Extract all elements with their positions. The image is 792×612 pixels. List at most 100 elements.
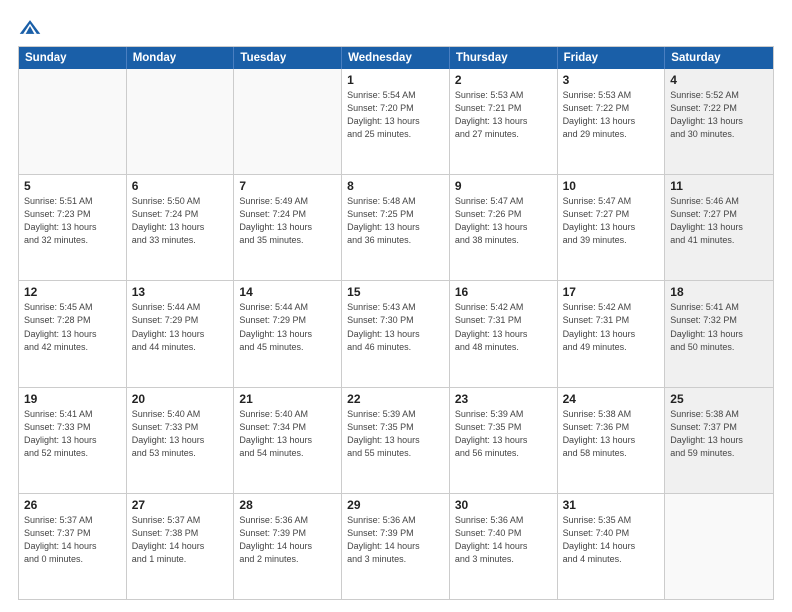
- calendar-body: 1Sunrise: 5:54 AM Sunset: 7:20 PM Daylig…: [19, 69, 773, 599]
- week-row: 12 Sunrise: 5:45 AM Sunset: 7:28 PM Dayli…: [19, 280, 773, 386]
- day-number: 10: [563, 179, 660, 193]
- day-number: 24: [563, 392, 660, 406]
- day-cell: 28 Sunrise: 5:36 AM Sunset: 7:39 PM Dayli…: [234, 494, 342, 599]
- day-info: Sunrise: 5:35 AM Sunset: 7:40 PM Dayligh…: [563, 514, 660, 566]
- header: [18, 18, 774, 36]
- day-cell: 21 Sunrise: 5:40 AM Sunset: 7:34 PM Dayli…: [234, 388, 342, 493]
- day-number: 6: [132, 179, 229, 193]
- day-number: 28: [239, 498, 336, 512]
- day-cell: 16 Sunrise: 5:42 AM Sunset: 7:31 PM Dayli…: [450, 281, 558, 386]
- day-info: Sunrise: 5:39 AM Sunset: 7:35 PM Dayligh…: [347, 408, 444, 460]
- day-number: 15: [347, 285, 444, 299]
- day-number: 22: [347, 392, 444, 406]
- day-cell: 20 Sunrise: 5:40 AM Sunset: 7:33 PM Dayli…: [127, 388, 235, 493]
- day-header: Sunday: [19, 47, 127, 69]
- day-cell: 22 Sunrise: 5:39 AM Sunset: 7:35 PM Dayli…: [342, 388, 450, 493]
- day-info: Sunrise: 5:41 AM Sunset: 7:32 PM Dayligh…: [670, 301, 768, 353]
- day-cell: 12 Sunrise: 5:45 AM Sunset: 7:28 PM Dayli…: [19, 281, 127, 386]
- day-info: Sunrise: 5:53 AM Sunset: 7:21 PM Dayligh…: [455, 89, 552, 141]
- day-number: 2: [455, 73, 552, 87]
- logo: [18, 18, 46, 36]
- day-number: 30: [455, 498, 552, 512]
- day-info: Sunrise: 5:38 AM Sunset: 7:37 PM Dayligh…: [670, 408, 768, 460]
- day-number: 21: [239, 392, 336, 406]
- day-cell: 2 Sunrise: 5:53 AM Sunset: 7:21 PM Daylig…: [450, 69, 558, 174]
- day-header: Tuesday: [234, 47, 342, 69]
- day-cell: 24 Sunrise: 5:38 AM Sunset: 7:36 PM Dayli…: [558, 388, 666, 493]
- day-header: Wednesday: [342, 47, 450, 69]
- day-info: Sunrise: 5:51 AM Sunset: 7:23 PM Dayligh…: [24, 195, 121, 247]
- day-info: Sunrise: 5:40 AM Sunset: 7:34 PM Dayligh…: [239, 408, 336, 460]
- day-info: Sunrise: 5:36 AM Sunset: 7:40 PM Dayligh…: [455, 514, 552, 566]
- day-info: Sunrise: 5:47 AM Sunset: 7:27 PM Dayligh…: [563, 195, 660, 247]
- day-number: 29: [347, 498, 444, 512]
- day-number: 3: [563, 73, 660, 87]
- day-cell: 19Sunrise: 5:41 AM Sunset: 7:33 PM Dayli…: [19, 388, 127, 493]
- logo-icon: [18, 18, 42, 36]
- day-header: Friday: [558, 47, 666, 69]
- day-info: Sunrise: 5:39 AM Sunset: 7:35 PM Dayligh…: [455, 408, 552, 460]
- day-number: 8: [347, 179, 444, 193]
- day-cell: 13Sunrise: 5:44 AM Sunset: 7:29 PM Dayli…: [127, 281, 235, 386]
- day-number: 23: [455, 392, 552, 406]
- day-info: Sunrise: 5:41 AM Sunset: 7:33 PM Dayligh…: [24, 408, 121, 460]
- day-number: 9: [455, 179, 552, 193]
- day-cell: 25 Sunrise: 5:38 AM Sunset: 7:37 PM Dayli…: [665, 388, 773, 493]
- day-cell: 23 Sunrise: 5:39 AM Sunset: 7:35 PM Dayli…: [450, 388, 558, 493]
- day-number: 11: [670, 179, 768, 193]
- day-number: 31: [563, 498, 660, 512]
- day-info: Sunrise: 5:45 AM Sunset: 7:28 PM Dayligh…: [24, 301, 121, 353]
- day-number: 16: [455, 285, 552, 299]
- day-info: Sunrise: 5:44 AM Sunset: 7:29 PM Dayligh…: [239, 301, 336, 353]
- day-cell: 29 Sunrise: 5:36 AM Sunset: 7:39 PM Dayli…: [342, 494, 450, 599]
- day-number: 20: [132, 392, 229, 406]
- day-info: Sunrise: 5:48 AM Sunset: 7:25 PM Dayligh…: [347, 195, 444, 247]
- day-number: 26: [24, 498, 121, 512]
- day-info: Sunrise: 5:38 AM Sunset: 7:36 PM Dayligh…: [563, 408, 660, 460]
- day-cell: [127, 69, 235, 174]
- day-info: Sunrise: 5:36 AM Sunset: 7:39 PM Dayligh…: [239, 514, 336, 566]
- day-cell: 15 Sunrise: 5:43 AM Sunset: 7:30 PM Dayli…: [342, 281, 450, 386]
- day-header: Monday: [127, 47, 235, 69]
- day-cell: 7Sunrise: 5:49 AM Sunset: 7:24 PM Daylig…: [234, 175, 342, 280]
- day-info: Sunrise: 5:42 AM Sunset: 7:31 PM Dayligh…: [455, 301, 552, 353]
- day-cell: [19, 69, 127, 174]
- calendar: SundayMondayTuesdayWednesdayThursdayFrid…: [18, 46, 774, 600]
- day-cell: 30 Sunrise: 5:36 AM Sunset: 7:40 PM Dayli…: [450, 494, 558, 599]
- day-info: Sunrise: 5:42 AM Sunset: 7:31 PM Dayligh…: [563, 301, 660, 353]
- day-info: Sunrise: 5:49 AM Sunset: 7:24 PM Dayligh…: [239, 195, 336, 247]
- day-cell: 5Sunrise: 5:51 AM Sunset: 7:23 PM Daylig…: [19, 175, 127, 280]
- day-cell: [665, 494, 773, 599]
- day-info: Sunrise: 5:54 AM Sunset: 7:20 PM Dayligh…: [347, 89, 444, 141]
- day-cell: 9Sunrise: 5:47 AM Sunset: 7:26 PM Daylig…: [450, 175, 558, 280]
- day-number: 4: [670, 73, 768, 87]
- day-header: Saturday: [665, 47, 773, 69]
- day-cell: 4 Sunrise: 5:52 AM Sunset: 7:22 PM Daylig…: [665, 69, 773, 174]
- day-number: 18: [670, 285, 768, 299]
- week-row: 5Sunrise: 5:51 AM Sunset: 7:23 PM Daylig…: [19, 174, 773, 280]
- day-cell: 10 Sunrise: 5:47 AM Sunset: 7:27 PM Dayli…: [558, 175, 666, 280]
- day-headers: SundayMondayTuesdayWednesdayThursdayFrid…: [19, 47, 773, 69]
- day-info: Sunrise: 5:52 AM Sunset: 7:22 PM Dayligh…: [670, 89, 768, 141]
- day-number: 25: [670, 392, 768, 406]
- day-info: Sunrise: 5:43 AM Sunset: 7:30 PM Dayligh…: [347, 301, 444, 353]
- day-number: 14: [239, 285, 336, 299]
- day-cell: 26Sunrise: 5:37 AM Sunset: 7:37 PM Dayli…: [19, 494, 127, 599]
- day-header: Thursday: [450, 47, 558, 69]
- day-info: Sunrise: 5:37 AM Sunset: 7:38 PM Dayligh…: [132, 514, 229, 566]
- day-cell: [234, 69, 342, 174]
- day-cell: 14 Sunrise: 5:44 AM Sunset: 7:29 PM Dayli…: [234, 281, 342, 386]
- day-number: 17: [563, 285, 660, 299]
- day-number: 12: [24, 285, 121, 299]
- page: SundayMondayTuesdayWednesdayThursdayFrid…: [0, 0, 792, 612]
- day-number: 13: [132, 285, 229, 299]
- day-cell: 1Sunrise: 5:54 AM Sunset: 7:20 PM Daylig…: [342, 69, 450, 174]
- day-cell: 3 Sunrise: 5:53 AM Sunset: 7:22 PM Daylig…: [558, 69, 666, 174]
- day-cell: 31 Sunrise: 5:35 AM Sunset: 7:40 PM Dayli…: [558, 494, 666, 599]
- week-row: 26Sunrise: 5:37 AM Sunset: 7:37 PM Dayli…: [19, 493, 773, 599]
- day-info: Sunrise: 5:40 AM Sunset: 7:33 PM Dayligh…: [132, 408, 229, 460]
- day-cell: 6Sunrise: 5:50 AM Sunset: 7:24 PM Daylig…: [127, 175, 235, 280]
- day-info: Sunrise: 5:36 AM Sunset: 7:39 PM Dayligh…: [347, 514, 444, 566]
- day-info: Sunrise: 5:53 AM Sunset: 7:22 PM Dayligh…: [563, 89, 660, 141]
- day-number: 27: [132, 498, 229, 512]
